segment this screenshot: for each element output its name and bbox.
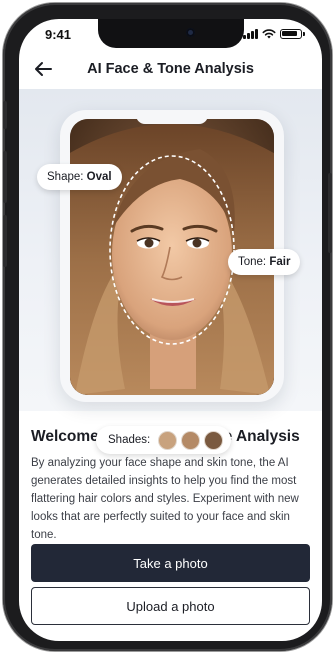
volume-up-button [3,151,7,203]
notch [97,19,244,48]
battery-icon [280,29,305,39]
cellular-signal-icon [243,29,258,39]
status-icons [243,29,305,39]
shades-label: Shades: [108,434,151,446]
shade-swatch [158,430,178,450]
front-camera-icon [185,28,195,37]
status-time: 9:41 [45,27,72,42]
shades-tag: Shades: [96,426,232,454]
mute-switch [3,101,7,129]
take-photo-button[interactable]: Take a photo [31,544,310,582]
tone-value: Fair [269,256,291,268]
shade-swatch [181,430,201,450]
preview-notch [136,112,208,124]
page-title: AI Face & Tone Analysis [87,61,254,77]
phone-screen: 9:41 AI Face & Tone Analysis Shape: Oval… [19,19,322,641]
shape-label: Shape: [47,171,84,183]
wifi-icon [262,29,276,39]
hero-illustration: Shape: Oval Tone: Fair Shades: [19,89,322,454]
tone-label: Tone: [238,256,267,268]
volume-down-button [3,215,7,267]
upload-photo-button[interactable]: Upload a photo [31,587,310,625]
shade-swatch [204,430,224,450]
shape-value: Oval [86,171,112,183]
power-button [328,173,332,253]
shape-tag: Shape: Oval [37,164,122,190]
navigation-bar: AI Face & Tone Analysis [19,49,322,89]
phone-frame: 9:41 AI Face & Tone Analysis Shape: Oval… [3,3,332,651]
welcome-description: By analyzing your face shape and skin to… [31,457,299,541]
tone-tag: Tone: Fair [228,249,301,275]
